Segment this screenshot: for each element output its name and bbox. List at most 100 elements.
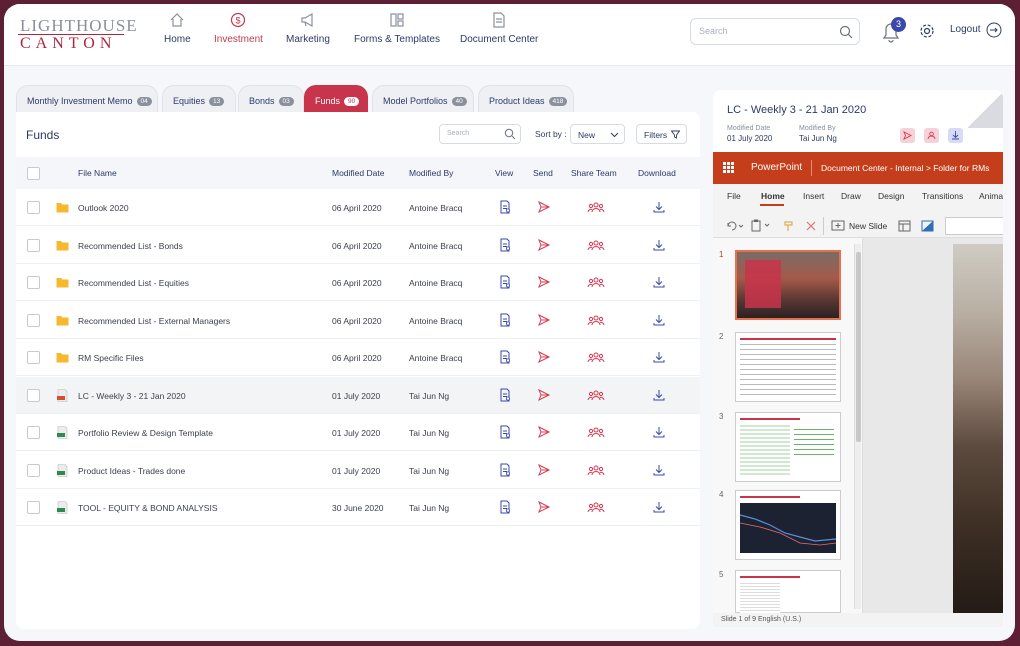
send-icon[interactable] <box>537 200 551 214</box>
download-icon[interactable] <box>652 500 666 514</box>
slide-thumbnail-2[interactable] <box>735 332 841 402</box>
gear-icon[interactable] <box>918 22 936 40</box>
filters-button[interactable]: Filters <box>636 124 687 144</box>
ribbon-tab-draw[interactable]: Draw <box>841 191 861 201</box>
ribbon-tab-animations[interactable]: Anima <box>979 191 1003 201</box>
row-checkbox[interactable] <box>27 201 40 214</box>
table-row[interactable]: Portfolio Review & Design Template 01 Jul… <box>16 414 700 451</box>
table-row[interactable]: Recommended List - Equities 06 April 2020… <box>16 264 700 301</box>
view-icon[interactable] <box>498 238 512 252</box>
tab-model-portfolios[interactable]: Model Portfolios 40 <box>372 85 474 112</box>
download-icon[interactable] <box>652 238 666 252</box>
tab-bonds[interactable]: Bonds 03 <box>238 85 304 112</box>
tab-equities[interactable]: Equities 13 <box>162 85 236 112</box>
view-icon[interactable] <box>498 425 512 439</box>
view-icon[interactable] <box>498 275 512 289</box>
file-name[interactable]: LC - Weekly 3 - 21 Jan 2020 <box>78 391 186 401</box>
notification-badge[interactable]: 3 <box>891 17 906 32</box>
new-slide-icon[interactable] <box>831 219 845 232</box>
share-team-icon[interactable] <box>587 238 605 252</box>
download-icon[interactable] <box>652 388 666 402</box>
row-checkbox[interactable] <box>27 501 40 514</box>
view-icon[interactable] <box>498 388 512 402</box>
file-name[interactable]: TOOL - EQUITY & BOND ANALYSIS <box>78 503 218 513</box>
slide-thumbnail-1[interactable] <box>735 250 841 320</box>
table-row[interactable]: LC - Weekly 3 - 21 Jan 2020 01 July 2020 T… <box>16 376 700 414</box>
file-name[interactable]: Recommended List - External Managers <box>78 316 230 326</box>
format-painter-icon[interactable] <box>783 220 795 232</box>
share-team-icon[interactable] <box>587 388 605 402</box>
select-all-checkbox[interactable] <box>27 167 40 180</box>
share-team-icon[interactable] <box>587 275 605 289</box>
ribbon-tab-insert[interactable]: Insert <box>803 191 824 201</box>
file-name[interactable]: Recommended List - Bonds <box>78 241 183 251</box>
paste-icon[interactable] <box>751 219 773 232</box>
scrollbar-thumb[interactable] <box>856 252 861 442</box>
send-icon[interactable] <box>537 388 551 402</box>
row-checkbox[interactable] <box>27 313 40 327</box>
preview-share-button[interactable] <box>924 128 939 143</box>
column-file-name[interactable]: File Name <box>78 168 117 178</box>
send-icon[interactable] <box>537 238 551 252</box>
thumbnails-scrollbar[interactable] <box>854 244 861 609</box>
ribbon-tab-file[interactable]: File <box>727 191 741 201</box>
company-logo[interactable]: LIGHTHOUSE CANTON <box>18 14 137 54</box>
file-name[interactable]: Portfolio Review & Design Template <box>78 428 213 438</box>
slide-editor-canvas[interactable] <box>863 238 1003 613</box>
view-icon[interactable] <box>498 200 512 214</box>
row-checkbox[interactable] <box>27 388 40 402</box>
send-icon[interactable] <box>537 350 551 364</box>
file-name[interactable]: Product Ideas - Trades done <box>78 466 185 476</box>
nav-forms-templates[interactable]: Forms & Templates <box>354 12 440 56</box>
global-search-input[interactable]: Search <box>690 18 860 45</box>
breadcrumb[interactable]: Document Center - Internal > Folder for … <box>821 163 989 173</box>
file-name[interactable]: RM Specific Files <box>78 353 144 363</box>
nav-investment[interactable]: $ Investment <box>214 12 263 56</box>
share-team-icon[interactable] <box>587 350 605 364</box>
table-row[interactable]: Outlook 2020 06 April 2020 Antoine Bracq <box>16 189 700 226</box>
row-checkbox[interactable] <box>27 351 40 364</box>
column-modified-date[interactable]: Modified Date <box>332 168 384 178</box>
share-team-icon[interactable] <box>587 313 605 327</box>
tab-funds[interactable]: Funds 90 <box>304 85 368 112</box>
table-row[interactable]: TOOL - EQUITY & BOND ANALYSIS 30 June 202… <box>16 489 700 526</box>
send-icon[interactable] <box>537 275 551 289</box>
preview-download-button[interactable] <box>948 128 963 143</box>
panel-search-input[interactable]: Search <box>439 124 521 144</box>
search-icon[interactable] <box>839 25 853 39</box>
layout-icon[interactable] <box>898 220 911 232</box>
undo-icon[interactable] <box>725 220 745 232</box>
view-icon[interactable] <box>498 463 512 477</box>
send-icon[interactable] <box>537 313 551 327</box>
slide-thumbnail-3[interactable] <box>735 412 841 482</box>
design-ideas-icon[interactable] <box>921 220 934 232</box>
file-name[interactable]: Outlook 2020 <box>78 203 129 213</box>
view-icon[interactable] <box>498 350 512 364</box>
table-row[interactable]: Product Ideas - Trades done 01 July 2020 T… <box>16 452 700 489</box>
sort-select[interactable]: New <box>570 124 625 144</box>
download-icon[interactable] <box>652 350 666 364</box>
ribbon-tab-design[interactable]: Design <box>878 191 904 201</box>
row-checkbox[interactable] <box>27 463 40 477</box>
row-checkbox[interactable] <box>27 276 40 289</box>
table-row[interactable]: Recommended List - Bonds 06 April 2020 Ant… <box>16 227 700 264</box>
download-icon[interactable] <box>652 275 666 289</box>
view-icon[interactable] <box>498 313 512 327</box>
share-team-icon[interactable] <box>587 200 605 214</box>
nav-marketing[interactable]: Marketing <box>286 12 330 56</box>
share-team-icon[interactable] <box>587 463 605 477</box>
send-icon[interactable] <box>537 425 551 439</box>
preview-send-button[interactable] <box>900 128 915 143</box>
row-checkbox[interactable] <box>27 238 40 252</box>
delete-icon[interactable] <box>805 220 817 232</box>
nav-document-center[interactable]: Document Center <box>460 12 538 56</box>
row-checkbox[interactable] <box>27 426 40 439</box>
column-modified-by[interactable]: Modified By <box>409 168 453 178</box>
app-launcher-icon[interactable] <box>723 162 734 173</box>
table-row[interactable]: RM Specific Files 06 April 2020 Antoine Br… <box>16 339 700 376</box>
download-icon[interactable] <box>652 425 666 439</box>
view-icon[interactable] <box>498 500 512 514</box>
new-slide-button[interactable]: New Slide <box>849 221 887 231</box>
share-team-icon[interactable] <box>587 425 605 439</box>
ribbon-tab-transitions[interactable]: Transitions <box>922 191 963 201</box>
